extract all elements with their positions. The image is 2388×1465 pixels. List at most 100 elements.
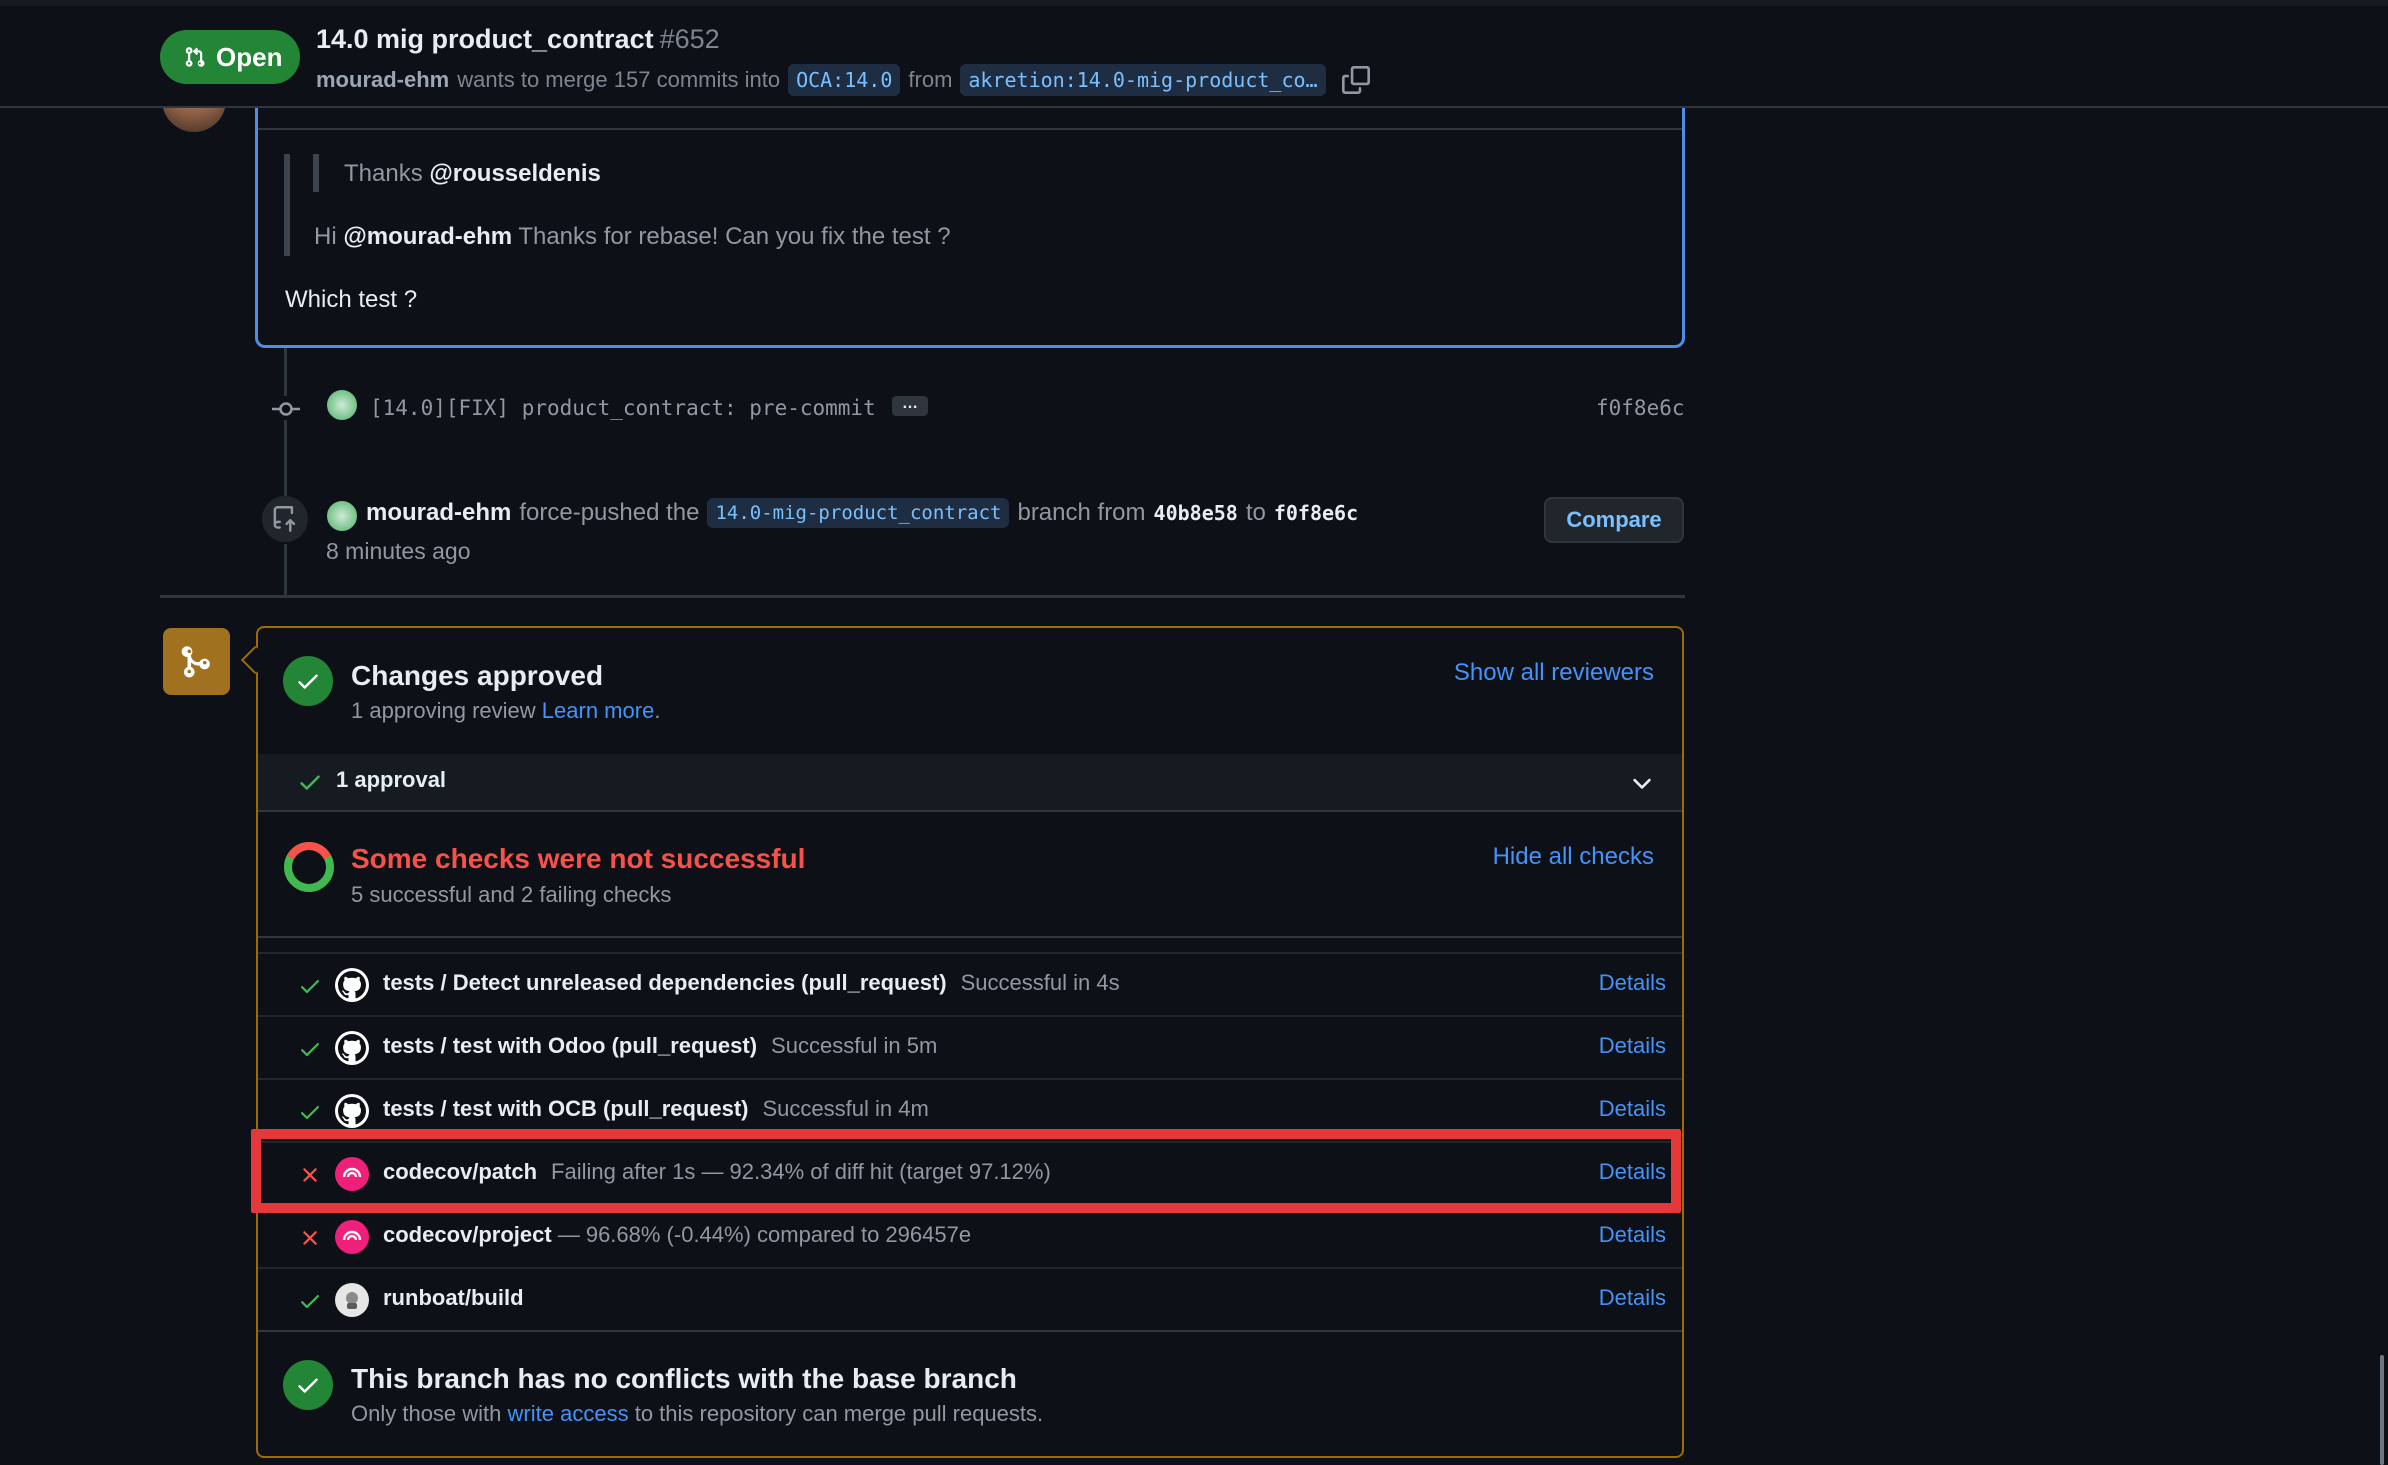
pr-title: 14.0 mig product_contract #652 bbox=[316, 24, 720, 55]
quote-inner-prefix: Thanks bbox=[344, 160, 423, 187]
comment-reply: Which test ? bbox=[285, 286, 418, 313]
check-details-link[interactable]: Details bbox=[1599, 1096, 1666, 1122]
approved-status bbox=[283, 656, 333, 706]
conflict-subtitle: Only those with write access to this rep… bbox=[351, 1401, 1043, 1427]
approved-title: Changes approved bbox=[351, 660, 604, 691]
check-row: codecov/project — 96.68% (-0.44%) compare… bbox=[258, 1204, 1682, 1267]
timeline-line bbox=[284, 348, 287, 396]
divider bbox=[258, 810, 1682, 812]
new-sha-link[interactable]: f0f8e6c bbox=[1274, 501, 1358, 525]
highlight-box bbox=[251, 1129, 1681, 1213]
base-branch-tag[interactable]: OCA:14.0 bbox=[788, 64, 901, 96]
check-icon bbox=[301, 1043, 319, 1057]
mention-link[interactable]: @rousseldenis bbox=[429, 160, 600, 187]
learn-more-link[interactable]: Learn more bbox=[542, 698, 655, 723]
github-icon bbox=[335, 1094, 369, 1128]
git-merge-icon bbox=[181, 645, 210, 677]
check-title: tests / test with OCB (pull_request) bbox=[383, 1096, 749, 1121]
approved-sub-text: 1 approving review bbox=[351, 698, 536, 723]
divider bbox=[258, 936, 1682, 938]
push-from: branch from bbox=[1017, 499, 1146, 526]
commit-expand-button[interactable]: … bbox=[892, 396, 928, 416]
check-name: runboat/build bbox=[383, 1285, 524, 1311]
push-branch-tag[interactable]: 14.0-mig-product_contract bbox=[707, 498, 1010, 528]
check-icon bbox=[300, 775, 320, 790]
check-row: tests / test with Odoo (pull_request) Suc… bbox=[258, 1015, 1682, 1078]
timeline-line bbox=[284, 420, 287, 496]
from-text: from bbox=[908, 67, 953, 92]
push-timestamp[interactable]: 8 minutes ago bbox=[326, 538, 470, 565]
check-details-link[interactable]: Details bbox=[1599, 1285, 1666, 1311]
check-details-link[interactable]: Details bbox=[1599, 1033, 1666, 1059]
conflict-sub-prefix: Only those with bbox=[351, 1401, 502, 1426]
mention-link[interactable]: @mourad-ehm bbox=[343, 223, 512, 250]
quote-outer: Hi @mourad-ehm Thanks for rebase! Can yo… bbox=[314, 223, 951, 251]
checks-donut-icon bbox=[284, 842, 334, 892]
pull-request-icon bbox=[185, 47, 205, 67]
check-details-link[interactable]: Details bbox=[1599, 1222, 1666, 1248]
merge-status-icon bbox=[163, 628, 230, 695]
push-author-link[interactable]: mourad-ehm bbox=[366, 499, 511, 527]
pr-title-text: 14.0 mig product_contract bbox=[316, 24, 654, 54]
timeline-line bbox=[284, 544, 287, 595]
force-push-badge bbox=[262, 496, 308, 542]
write-access-link[interactable]: write access bbox=[508, 1401, 629, 1426]
codecov-icon bbox=[335, 1220, 369, 1254]
check-description: Successful in 4s bbox=[960, 970, 1120, 995]
head-branch-tag[interactable]: akretion:14.0-mig-product_co… bbox=[960, 64, 1326, 96]
check-icon bbox=[298, 674, 318, 689]
pr-meta: mourad-ehm wants to merge 157 commits in… bbox=[316, 64, 1370, 96]
commit-sha-link[interactable]: f0f8e6c bbox=[1596, 396, 1685, 420]
timeline-break bbox=[160, 595, 1685, 598]
approval-row[interactable] bbox=[258, 754, 1682, 810]
pr-state-badge: Open bbox=[160, 30, 300, 84]
check-title: tests / Detect unreleased dependencies (… bbox=[383, 970, 947, 995]
runboat-icon bbox=[335, 1283, 369, 1317]
check-icon bbox=[301, 980, 319, 994]
check-details-link[interactable]: Details bbox=[1599, 970, 1666, 996]
copy-icon[interactable] bbox=[1341, 66, 1370, 94]
check-description: Successful in 5m bbox=[771, 1033, 938, 1058]
check-row: tests / Detect unreleased dependencies (… bbox=[258, 952, 1682, 1015]
no-conflicts-status bbox=[283, 1360, 333, 1410]
check-name: codecov/project — 96.68% (-0.44%) compare… bbox=[383, 1222, 971, 1248]
hide-all-checks-link[interactable]: Hide all checks bbox=[1493, 843, 1654, 871]
approved-subtitle: 1 approving review Learn more. bbox=[351, 698, 660, 724]
pusher-avatar[interactable] bbox=[325, 499, 359, 533]
checks-title: Some checks were not successful bbox=[351, 843, 806, 874]
x-icon bbox=[303, 1231, 317, 1245]
scrollbar[interactable] bbox=[2380, 1355, 2384, 1465]
pr-state-label: Open bbox=[216, 41, 283, 72]
check-icon bbox=[301, 1106, 319, 1120]
check-description: — 96.68% (-0.44%) compared to 296457e bbox=[557, 1222, 972, 1247]
check-name: tests / test with OCB (pull_request) Succ… bbox=[383, 1096, 929, 1122]
check-title: tests / test with Odoo (pull_request) bbox=[383, 1033, 758, 1058]
commit-message-link[interactable]: [14.0][FIX] product_contract: pre-commit bbox=[370, 396, 876, 420]
repo-push-icon bbox=[273, 506, 296, 532]
github-icon bbox=[335, 1031, 369, 1065]
old-sha-link[interactable]: 40b8e58 bbox=[1154, 501, 1238, 525]
conflict-sub-suffix: to this repository can merge pull reques… bbox=[634, 1401, 1044, 1426]
quote-inner: Thanks @rousseldenis bbox=[344, 160, 601, 188]
chevron-down-icon[interactable] bbox=[1628, 770, 1656, 798]
check-title: codecov/project bbox=[383, 1222, 552, 1247]
commit-author-avatar[interactable] bbox=[325, 388, 359, 422]
merge-text: wants to merge 157 commits into bbox=[457, 67, 781, 92]
show-all-reviewers-link[interactable]: Show all reviewers bbox=[1454, 659, 1654, 687]
check-icon bbox=[298, 1378, 318, 1393]
push-verb: force-pushed the bbox=[519, 499, 700, 526]
checks-subtitle: 5 successful and 2 failing checks bbox=[351, 882, 672, 907]
compare-button[interactable]: Compare bbox=[1544, 497, 1684, 543]
quote-text: Thanks for rebase! Can you fix the test … bbox=[518, 223, 951, 250]
divider bbox=[258, 1330, 1682, 1332]
pr-sticky-header: Open 14.0 mig product_contract #652 moura… bbox=[0, 6, 2388, 108]
check-description: Successful in 4m bbox=[762, 1096, 929, 1121]
force-push-event: mourad-ehm force-pushed the 14.0-mig-pro… bbox=[366, 498, 1358, 528]
github-icon bbox=[335, 968, 369, 1002]
conflict-title: This branch has no conflicts with the ba… bbox=[351, 1363, 1017, 1394]
pr-author-link[interactable]: mourad-ehm bbox=[316, 67, 449, 93]
check-title: runboat/build bbox=[383, 1285, 524, 1310]
quote-bar-inner bbox=[313, 154, 319, 192]
quote-bar-outer bbox=[284, 154, 290, 256]
pr-number: #652 bbox=[659, 24, 720, 54]
